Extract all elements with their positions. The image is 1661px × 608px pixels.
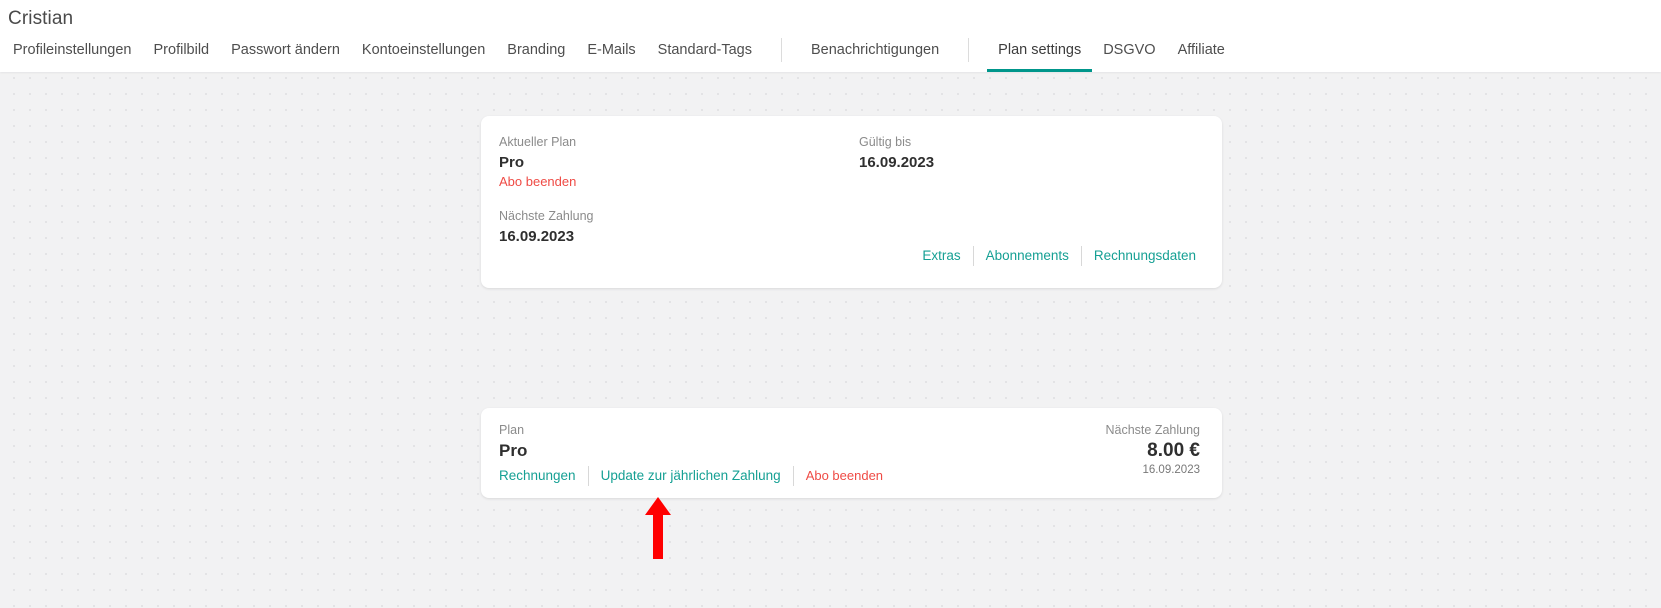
next-payment-block: Nächste Zahlung 16.09.2023 — [499, 208, 859, 247]
tab-affiliate[interactable]: Affiliate — [1167, 42, 1236, 72]
tab-profileinstellungen[interactable]: Profileinstellungen — [2, 42, 143, 72]
subscription-amount: 8.00 € — [1147, 440, 1200, 461]
link-separator — [972, 246, 974, 266]
subscription-next-payment-label: Nächste Zahlung — [1105, 423, 1200, 437]
current-plan-value: Pro — [499, 154, 525, 171]
plan-overview-links: Extras Abonnements Rechnungsdaten — [922, 246, 1196, 266]
tab-kontoeinstellungen[interactable]: Kontoeinstellungen — [351, 42, 496, 72]
invoices-link[interactable]: Rechnungen — [499, 467, 576, 485]
next-payment-value: 16.09.2023 — [499, 228, 575, 245]
subscription-card: Plan Pro Rechnungen Update zur jährliche… — [481, 408, 1222, 498]
plan-overview-left-column: Aktueller Plan Pro Abo beenden Nächste Z… — [499, 134, 859, 247]
tab-standard-tags[interactable]: Standard-Tags — [647, 42, 763, 72]
page-title: Cristian — [8, 8, 74, 29]
subscription-plan-value: Pro — [499, 441, 528, 460]
tab-e-mails[interactable]: E-Mails — [576, 42, 646, 72]
cancel-subscription-link-overview[interactable]: Abo beenden — [499, 173, 576, 191]
subscription-actions: Rechnungen Update zur jährlichen Zahlung… — [499, 466, 883, 486]
billing-data-link[interactable]: Rechnungsdaten — [1094, 247, 1196, 265]
subscription-row: Plan Pro Rechnungen Update zur jährliche… — [499, 422, 1200, 486]
tab-branding[interactable]: Branding — [496, 42, 576, 72]
app-header: Cristian Profileinstellungen Profilbild Pa… — [0, 0, 1661, 72]
tab-benachrichtigungen[interactable]: Benachrichtigungen — [800, 42, 950, 72]
link-separator — [1080, 246, 1082, 266]
tab-profilbild[interactable]: Profilbild — [143, 42, 221, 72]
tab-plan-settings[interactable]: Plan settings — [987, 42, 1093, 72]
tab-dsgvo[interactable]: DSGVO — [1092, 42, 1166, 72]
next-payment-label: Nächste Zahlung — [499, 209, 594, 223]
current-plan-label: Aktueller Plan — [499, 135, 577, 149]
tab-separator — [780, 38, 782, 62]
upgrade-to-yearly-link[interactable]: Update zur jährlichen Zahlung — [601, 467, 781, 485]
subscription-left: Plan Pro Rechnungen Update zur jährliche… — [499, 422, 883, 486]
annotation-arrow-icon — [645, 497, 671, 559]
subscription-right: Nächste Zahlung 8.00 € 16.09.2023 — [1105, 422, 1200, 478]
tab-passwort-ndern[interactable]: Passwort ändern — [220, 42, 351, 72]
cancel-subscription-link[interactable]: Abo beenden — [806, 467, 883, 485]
subscription-next-payment-date: 16.09.2023 — [1142, 464, 1200, 476]
plan-overview-card: Aktueller Plan Pro Abo beenden Nächste Z… — [481, 116, 1222, 288]
subscription-plan-label: Plan — [499, 423, 525, 437]
extras-link[interactable]: Extras — [922, 247, 960, 265]
tab-separator — [968, 38, 970, 62]
settings-tab-bar: Profileinstellungen Profilbild Passwort än… — [0, 34, 1236, 72]
valid-until-value: 16.09.2023 — [859, 154, 935, 171]
subscriptions-link[interactable]: Abonnements — [986, 247, 1069, 265]
link-separator — [792, 466, 794, 486]
valid-until-label: Gültig bis — [859, 135, 912, 149]
plan-overview-right-column: Gültig bis 16.09.2023 — [859, 134, 1196, 247]
main-content-area: Aktueller Plan Pro Abo beenden Nächste Z… — [0, 72, 1661, 608]
link-separator — [587, 466, 589, 486]
plan-overview-grid: Aktueller Plan Pro Abo beenden Nächste Z… — [499, 134, 1196, 247]
